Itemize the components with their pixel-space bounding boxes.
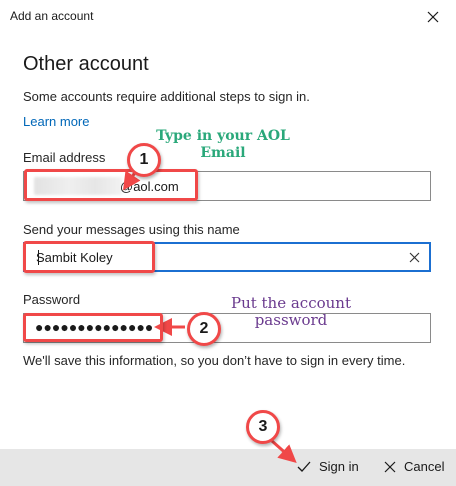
close-icon[interactable] bbox=[424, 8, 442, 26]
checkmark-icon bbox=[297, 461, 311, 472]
page-title: Other account bbox=[23, 53, 149, 75]
sign-in-button[interactable]: Sign in bbox=[297, 459, 359, 474]
email-label: Email address bbox=[23, 150, 106, 165]
highlight-password bbox=[23, 313, 163, 342]
dialog-footer: Sign in Cancel bbox=[0, 449, 456, 486]
highlight-email bbox=[24, 169, 198, 201]
window-title: Add an account bbox=[10, 9, 94, 23]
learn-more-link[interactable]: Learn more bbox=[23, 114, 89, 129]
sign-in-label: Sign in bbox=[319, 459, 359, 474]
name-label: Send your messages using this name bbox=[23, 222, 240, 237]
save-info-note: We'll save this information, so you don’… bbox=[23, 353, 406, 368]
cancel-x-icon bbox=[384, 461, 396, 472]
cancel-label: Cancel bbox=[404, 459, 445, 474]
clear-icon[interactable] bbox=[409, 252, 420, 263]
step-badge-3: 3 bbox=[246, 410, 280, 444]
highlight-name bbox=[23, 241, 155, 273]
title-bar: Add an account bbox=[0, 0, 456, 34]
annotation-password-text: Put the account password bbox=[230, 294, 351, 329]
subtitle-text: Some accounts require additional steps t… bbox=[23, 89, 310, 104]
add-account-dialog: Add an account Other account Some accoun… bbox=[0, 0, 456, 486]
annotation-email-text: Type in your AOL Email bbox=[156, 128, 290, 161]
password-label: Password bbox=[23, 292, 81, 307]
cancel-button[interactable]: Cancel bbox=[384, 459, 444, 474]
